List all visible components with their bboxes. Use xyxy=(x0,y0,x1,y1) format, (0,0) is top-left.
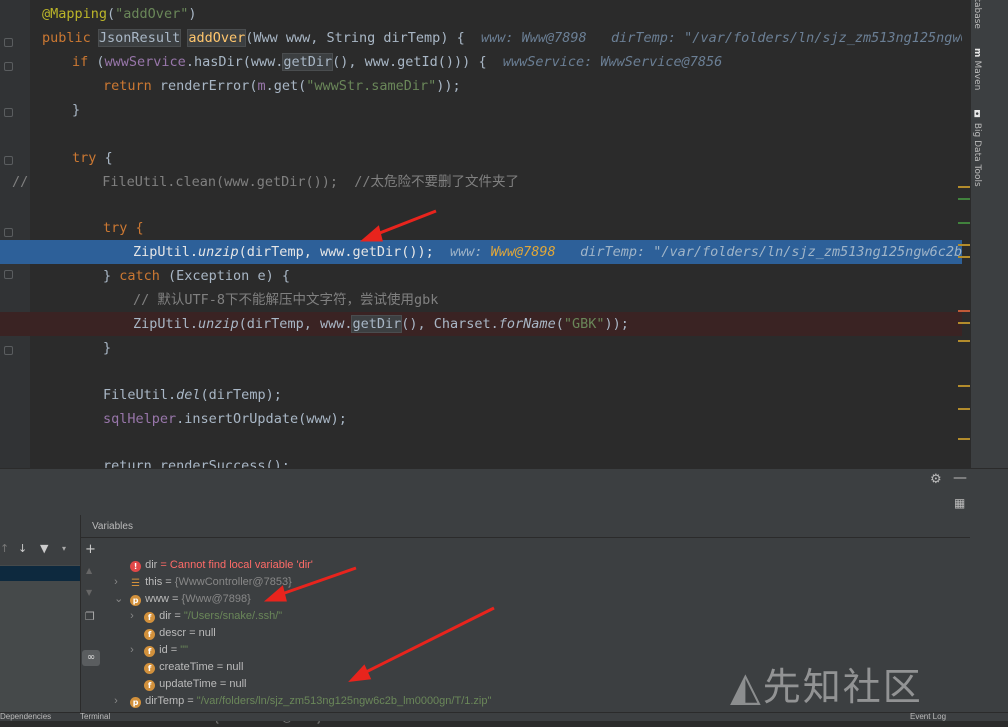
annotation-arrow xyxy=(275,566,357,598)
annotation-arrowhead xyxy=(359,225,383,242)
annotation-arrowhead xyxy=(348,664,372,682)
annotation-arrows xyxy=(263,209,495,682)
annotation-arrow xyxy=(359,606,495,677)
annotation-arrow xyxy=(371,209,437,238)
annotation-arrowhead xyxy=(263,585,287,602)
